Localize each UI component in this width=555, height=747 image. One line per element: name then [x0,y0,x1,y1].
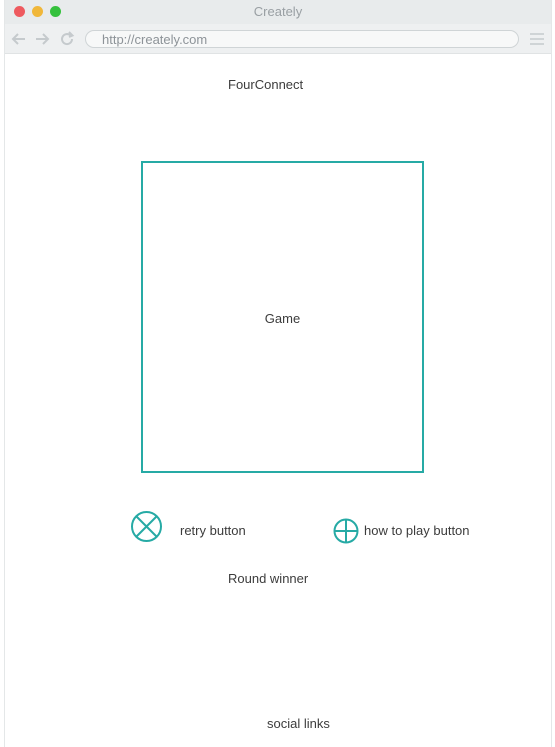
game-label: Game [264,311,301,326]
title-bar: Creately [5,0,551,24]
address-bar[interactable]: http://creately.com [85,30,519,48]
retry-button-label: retry button [180,523,246,538]
browser-toolbar: http://creately.com [5,24,551,54]
hamburger-menu-icon[interactable] [529,31,545,47]
url-text: http://creately.com [102,32,208,47]
social-links-label: social links [267,716,330,731]
circle-x-icon [131,511,162,542]
retry-button[interactable] [130,510,163,548]
game-board[interactable]: Game [141,161,424,473]
back-arrow-icon[interactable] [9,29,29,49]
browser-window: Creately http://creately.com FourConnect… [4,0,552,747]
app-title: FourConnect [228,77,304,92]
how-to-play-label: how to play button [364,523,470,538]
circle-plus-icon [333,518,359,544]
reload-icon[interactable] [57,29,77,49]
window-title: Creately [253,4,303,19]
forward-arrow-icon[interactable] [32,29,52,49]
how-to-play-button[interactable] [333,518,359,549]
round-winner-label: Round winner [228,571,309,586]
